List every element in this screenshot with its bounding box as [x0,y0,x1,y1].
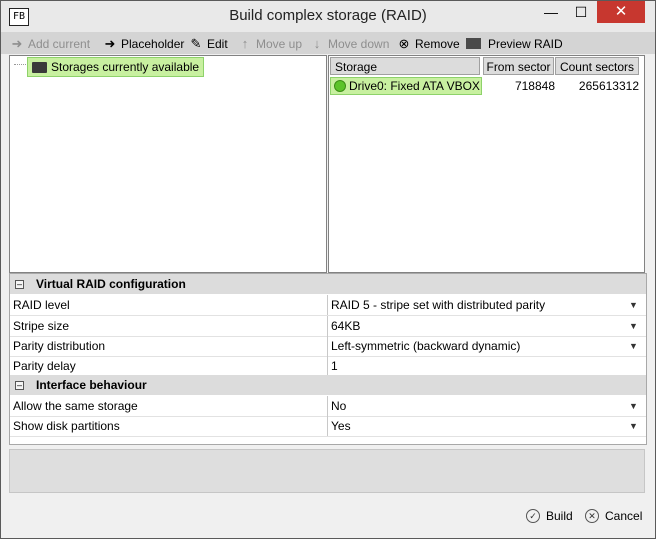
cancel-label: Cancel [605,509,643,523]
chevron-down-icon[interactable]: ▼ [629,416,638,436]
property-key: Parity distribution [13,339,106,353]
property-value: 64KB [331,319,361,333]
remove-icon: ⊗ [398,35,410,51]
property-row-stripe-size[interactable]: Stripe size 64KB ▼ [10,316,646,337]
build-label: Build [546,509,573,523]
column-header-from-sector[interactable]: From sector [483,57,554,75]
tree-node-storages[interactable]: Storages currently available [27,57,205,77]
arrow-right-icon: ➜ [11,35,23,51]
table-row-count-sectors[interactable]: 265613312 [555,77,639,95]
table-row-from-sector[interactable]: 718848 [483,77,555,95]
check-icon: ✓ [526,509,540,523]
move-up-button[interactable]: ↑ Move up [237,35,302,52]
cancel-button[interactable]: ✕ Cancel [585,507,642,525]
collapse-icon[interactable]: – [15,381,24,390]
collapse-icon[interactable]: – [15,280,24,289]
folder-icon [466,38,481,49]
folder-icon [32,61,47,73]
storage-grid[interactable]: Storage From sector Count sectors Drive0… [328,55,645,273]
property-grid: – Virtual RAID configuration RAID level … [9,273,647,445]
edit-button[interactable]: ✎ Edit [188,35,228,52]
remove-label: Remove [415,36,460,51]
placeholder-label: Placeholder [121,36,185,51]
maximize-button[interactable]: ☐ [566,1,596,23]
build-button[interactable]: ✓ Build [526,507,573,525]
column-divider [327,316,328,336]
property-row-allow-same-storage[interactable]: Allow the same storage No ▼ [10,396,646,417]
property-value: RAID 5 - stripe set with distributed par… [331,298,546,312]
toolbar: ➜ Add current ➜ Placeholder ✎ Edit ↑ Mov… [1,32,655,54]
column-divider [327,295,328,315]
column-divider [327,356,328,376]
dialog-window: FB Build complex storage (RAID) — ☐ ✕ ➜ … [0,0,656,539]
placeholder-button[interactable]: ➜ Placeholder [102,35,185,52]
property-value: Left-symmetric (backward dynamic) [331,339,521,353]
add-current-label: Add current [28,36,91,51]
chevron-down-icon[interactable]: ▼ [629,336,638,356]
move-down-label: Move down [328,36,390,51]
title-bar[interactable]: FB Build complex storage (RAID) — ☐ ✕ [1,1,655,32]
tree-connector [14,64,26,65]
property-key: Stripe size [13,319,70,333]
chevron-down-icon[interactable]: ▼ [629,295,638,315]
drive-label: Drive0: Fixed ATA VBOX ... [349,79,482,93]
tree-node-label: Storages currently available [51,60,200,74]
storage-tree[interactable]: Storages currently available [9,55,327,273]
arrow-right-icon: ➜ [104,35,116,51]
cancel-icon: ✕ [585,509,599,523]
move-up-label: Move up [256,36,303,51]
arrow-down-icon: ↓ [313,36,321,51]
property-key: Allow the same storage [13,399,138,413]
column-divider [327,416,328,436]
property-value: No [331,399,347,413]
remove-button[interactable]: ⊗ Remove [396,35,460,52]
property-row-parity-distribution[interactable]: Parity distribution Left-symmetric (back… [10,336,646,357]
property-row-parity-delay[interactable]: Parity delay 1 [10,356,646,377]
preview-raid-label: Preview RAID [488,36,563,51]
property-key: Show disk partitions [13,419,120,433]
chevron-down-icon[interactable]: ▼ [629,396,638,416]
close-button[interactable]: ✕ [597,1,645,23]
property-row-show-disk-partitions[interactable]: Show disk partitions Yes ▼ [10,416,646,437]
column-divider [327,396,328,416]
property-key: Parity delay [13,359,76,373]
description-panel [9,449,645,493]
chevron-down-icon[interactable]: ▼ [629,316,638,336]
preview-raid-button[interactable]: Preview RAID [466,35,563,52]
section-virtual-raid[interactable]: – Virtual RAID configuration [10,274,646,294]
column-divider [327,336,328,356]
arrow-up-icon: ↑ [241,36,249,51]
move-down-button[interactable]: ↓ Move down [309,35,390,52]
property-key: RAID level [13,298,70,312]
column-header-count-sectors[interactable]: Count sectors [555,57,639,75]
add-current-button[interactable]: ➜ Add current [9,35,91,52]
property-value: Yes [331,419,351,433]
minimize-button[interactable]: — [536,1,566,23]
edit-label: Edit [207,36,228,51]
property-value: 1 [331,359,338,373]
section-interface-behaviour[interactable]: – Interface behaviour [10,375,646,395]
property-row-raid-level[interactable]: RAID level RAID 5 - stripe set with dist… [10,295,646,316]
column-header-storage[interactable]: Storage [330,57,480,75]
pencil-icon: ✎ [190,35,202,51]
drive-status-icon [334,80,346,92]
section-title: Interface behaviour [36,378,147,392]
section-title: Virtual RAID configuration [36,277,186,291]
table-row-storage-cell[interactable]: Drive0: Fixed ATA VBOX ... [330,77,482,95]
